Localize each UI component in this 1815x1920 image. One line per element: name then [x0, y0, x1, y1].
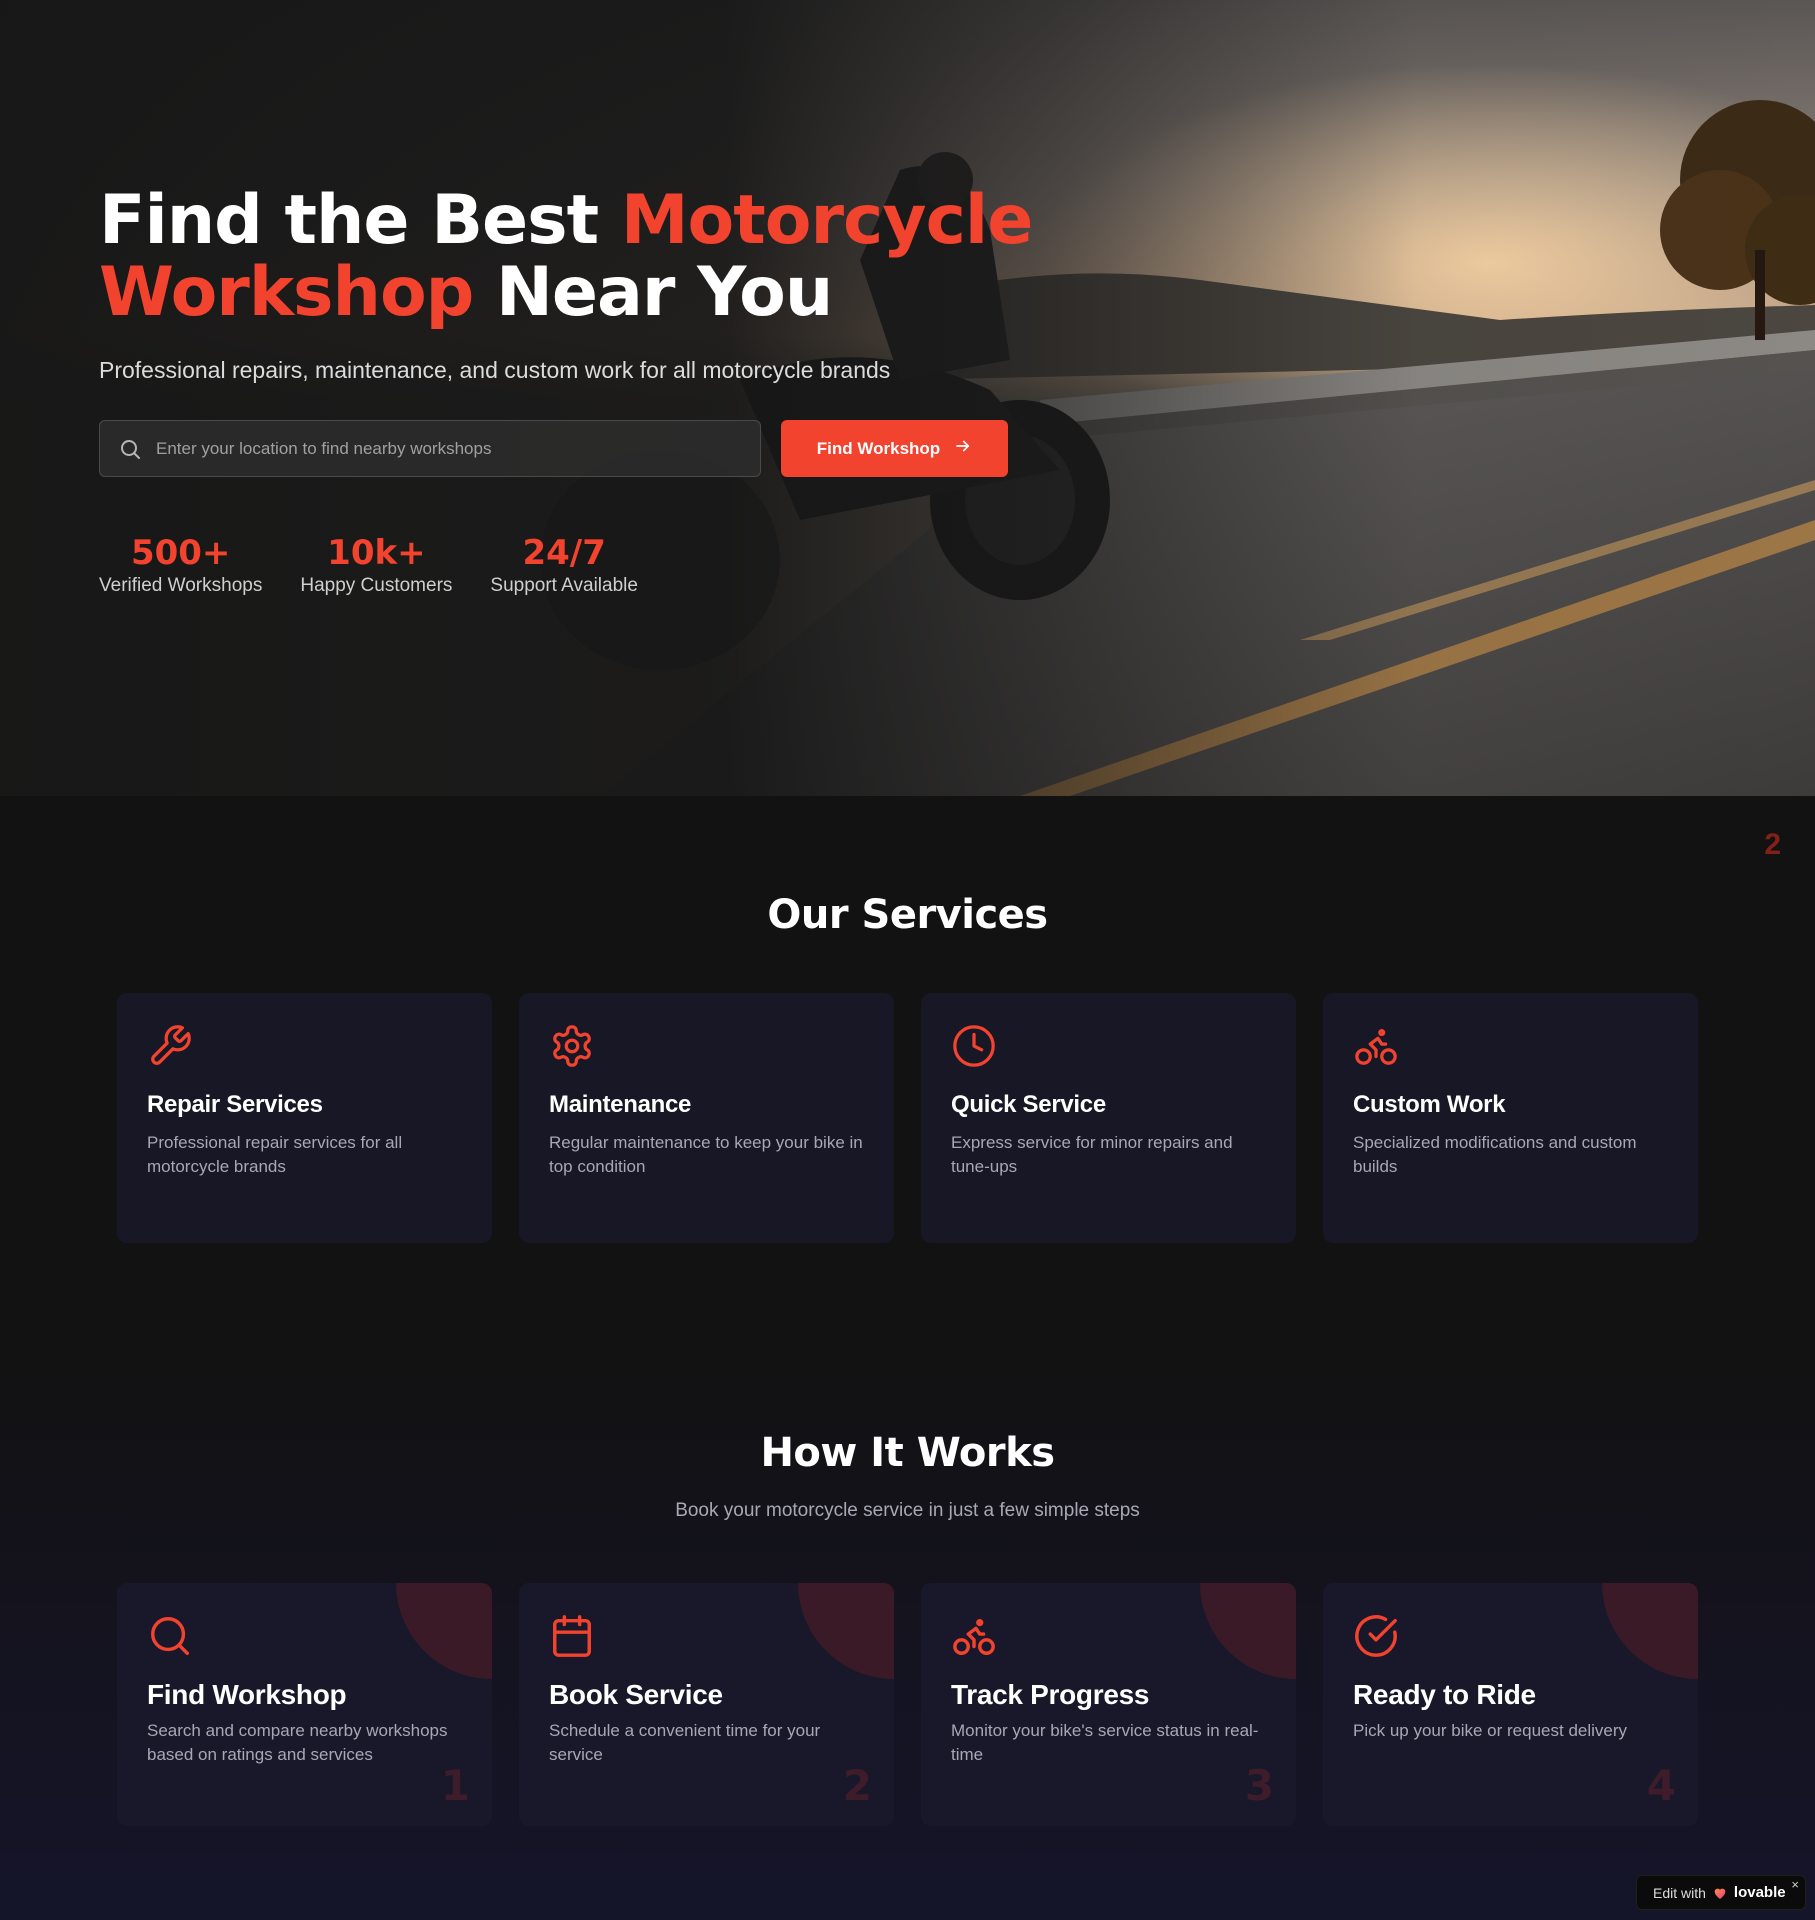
- service-card-maintenance[interactable]: Maintenance Regular maintenance to keep …: [519, 993, 894, 1243]
- step-number: 1: [440, 1761, 470, 1810]
- step-number: 4: [1646, 1761, 1676, 1810]
- search-icon: [118, 437, 142, 461]
- location-search-input[interactable]: [156, 438, 736, 459]
- step-title: Track Progress: [951, 1679, 1150, 1710]
- step-description: Search and compare nearby workshops base…: [147, 1721, 448, 1764]
- check-circle-icon: [1353, 1613, 1399, 1659]
- hero-title: Find the Best Motorcycle Workshop Near Y…: [99, 185, 1059, 329]
- hero-stats: 500+ Verified Workshops 10k+ Happy Custo…: [99, 533, 1059, 597]
- calendar-icon: [549, 1613, 595, 1659]
- stat-happy-customers: 10k+ Happy Customers: [300, 533, 452, 597]
- stat-verified-workshops: 500+ Verified Workshops: [99, 533, 262, 597]
- bike-icon: [951, 1613, 997, 1659]
- service-title: Custom Work: [1353, 1091, 1506, 1118]
- step-number: 2: [842, 1761, 872, 1810]
- arrow-right-icon: [954, 437, 972, 460]
- service-description: Express service for minor repairs and tu…: [951, 1133, 1233, 1176]
- stat-label: Support Available: [490, 575, 638, 596]
- search-icon: [147, 1613, 193, 1659]
- step-card-track[interactable]: Track Progress Monitor your bike's servi…: [921, 1583, 1296, 1826]
- service-description: Professional repair services for all mot…: [147, 1133, 403, 1176]
- hero-section: Find the Best Motorcycle Workshop Near Y…: [0, 0, 1815, 796]
- stat-value: 500+: [130, 533, 231, 573]
- steps-grid: Find Workshop Search and compare nearby …: [117, 1583, 1698, 1826]
- step-description: Pick up your bike or request delivery: [1353, 1721, 1628, 1740]
- corner-mark: 2: [1764, 828, 1781, 861]
- find-workshop-button[interactable]: Find Workshop: [781, 420, 1008, 477]
- step-card-book[interactable]: Book Service Schedule a convenient time …: [519, 1583, 894, 1826]
- hero-title-accent: Motorcycle: [620, 181, 1034, 260]
- clock-icon: [951, 1023, 997, 1069]
- step-title: Ready to Ride: [1353, 1679, 1536, 1710]
- card-decoration: [1602, 1583, 1698, 1679]
- badge-brand: lovable: [1733, 1884, 1786, 1901]
- stat-label: Verified Workshops: [99, 575, 263, 596]
- how-it-works-title: How It Works: [760, 1430, 1055, 1476]
- find-workshop-button-label: Find Workshop: [816, 438, 941, 458]
- bike-icon: [1353, 1023, 1399, 1069]
- card-decoration: [1200, 1583, 1296, 1679]
- service-card-custom[interactable]: Custom Work Specialized modifications an…: [1323, 993, 1698, 1243]
- hero-content: Find the Best Motorcycle Workshop Near Y…: [99, 185, 1059, 597]
- service-card-quick[interactable]: Quick Service Express service for minor …: [921, 993, 1296, 1243]
- step-title: Find Workshop: [147, 1679, 347, 1710]
- location-search-box[interactable]: [99, 420, 761, 477]
- services-grid: Repair Services Professional repair serv…: [117, 993, 1698, 1243]
- stat-support: 24/7 Support Available: [490, 533, 638, 597]
- service-card-repair[interactable]: Repair Services Professional repair serv…: [117, 993, 492, 1243]
- wrench-icon: [147, 1023, 193, 1069]
- service-description: Specialized modifications and custom bui…: [1353, 1133, 1637, 1176]
- badge-prefix: Edit with: [1653, 1884, 1706, 1901]
- stat-label: Happy Customers: [300, 575, 453, 596]
- service-title: Maintenance: [549, 1091, 692, 1118]
- close-icon[interactable]: ×: [1791, 1877, 1799, 1892]
- stat-value: 10k+: [327, 533, 426, 573]
- card-decoration: [396, 1583, 492, 1679]
- how-it-works-subtitle: Book your motorcycle service in just a f…: [675, 1500, 1140, 1521]
- card-decoration: [798, 1583, 894, 1679]
- hero-title-part: Find the Best: [99, 181, 621, 260]
- service-title: Quick Service: [951, 1091, 1106, 1118]
- step-card-ready[interactable]: Ready to Ride Pick up your bike or reque…: [1323, 1583, 1698, 1826]
- stat-value: 24/7: [522, 533, 606, 573]
- service-description: Regular maintenance to keep your bike in…: [549, 1133, 863, 1176]
- heart-icon: [1712, 1885, 1728, 1901]
- step-card-find[interactable]: Find Workshop Search and compare nearby …: [117, 1583, 492, 1826]
- hero-title-part: Near You: [473, 253, 833, 332]
- service-title: Repair Services: [147, 1091, 323, 1118]
- step-description: Schedule a convenient time for your serv…: [549, 1721, 821, 1764]
- hero-title-accent: Workshop: [99, 253, 474, 332]
- hero-subtitle: Professional repairs, maintenance, and c…: [99, 357, 891, 383]
- search-row: Find Workshop: [99, 420, 1059, 477]
- step-number: 3: [1244, 1761, 1274, 1810]
- edit-with-lovable-badge[interactable]: Edit with lovable ×: [1636, 1875, 1806, 1910]
- gear-icon: [549, 1023, 595, 1069]
- step-title: Book Service: [549, 1679, 723, 1710]
- step-description: Monitor your bike's service status in re…: [951, 1721, 1259, 1764]
- services-title: Our Services: [767, 892, 1048, 938]
